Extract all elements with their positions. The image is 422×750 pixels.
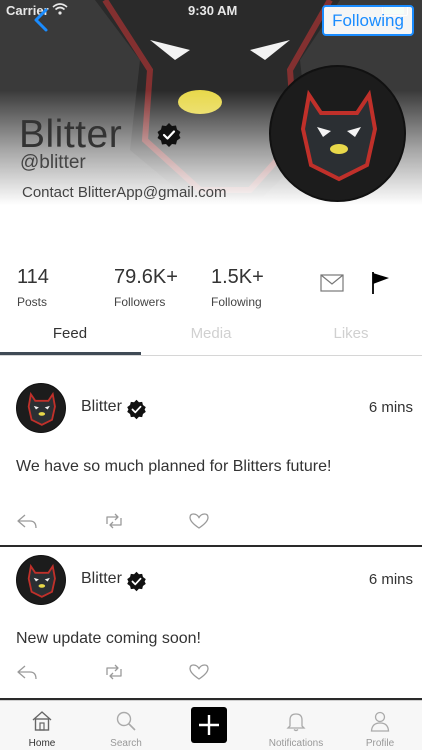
post-timestamp: 6 mins: [368, 399, 413, 416]
reply-icon[interactable]: [16, 512, 38, 530]
following-button[interactable]: Following: [322, 5, 414, 36]
tab-likes[interactable]: Likes: [281, 318, 421, 354]
tabbar-profile-label: Profile: [365, 738, 395, 749]
post-text: We have so much planned for Blitters fut…: [16, 458, 332, 475]
flag-icon[interactable]: [371, 271, 391, 295]
post-author-name[interactable]: Blitter: [81, 398, 122, 416]
profile-contact[interactable]: Contact BlitterApp@gmail.com: [22, 184, 226, 201]
back-chevron-icon[interactable]: [28, 6, 58, 36]
compose-button[interactable]: [191, 707, 227, 743]
tabbar-search-label: Search: [110, 738, 142, 749]
heart-icon[interactable]: [188, 512, 210, 530]
panther-avatar-icon: [271, 67, 404, 200]
panther-avatar-icon: [17, 556, 65, 604]
profile-display-name: Blitter: [19, 113, 123, 156]
stat-following-label: Following: [211, 295, 262, 309]
verified-badge-icon: [157, 123, 181, 147]
post-author-name[interactable]: Blitter: [81, 570, 122, 588]
post-timestamp: 6 mins: [368, 571, 413, 588]
panther-avatar-icon: [17, 384, 65, 432]
person-icon: [370, 711, 390, 732]
rebleet-icon[interactable]: [103, 512, 125, 530]
tabbar-profile[interactable]: Profile: [350, 701, 410, 750]
verified-badge-icon: [127, 399, 146, 420]
active-tab-indicator: [0, 352, 141, 355]
stat-followers-label: Followers: [114, 295, 166, 309]
stat-following[interactable]: 1.5K+ Following: [211, 266, 264, 309]
tabbar-home[interactable]: Home: [12, 701, 72, 750]
stat-posts-value: 114: [17, 266, 49, 288]
feed-post[interactable]: Blitter 6 mins New update coming soon!: [0, 547, 422, 700]
reply-icon[interactable]: [16, 663, 38, 681]
tab-feed[interactable]: Feed: [0, 318, 140, 354]
post-author-avatar[interactable]: [16, 555, 66, 605]
tabbar-notifications[interactable]: Notifications: [254, 701, 338, 750]
plus-icon: [199, 715, 219, 735]
tab-media[interactable]: Media: [141, 318, 281, 354]
post-author-avatar[interactable]: [16, 383, 66, 433]
stat-posts-label: Posts: [17, 295, 48, 309]
profile-avatar[interactable]: [269, 65, 406, 202]
profile-handle: @blitter: [20, 152, 86, 173]
stat-posts[interactable]: 114 Posts: [17, 266, 49, 309]
home-icon: [32, 711, 52, 731]
stat-followers[interactable]: 79.6K+ Followers: [114, 266, 178, 309]
verified-badge-icon: [127, 571, 146, 592]
rebleet-icon[interactable]: [103, 663, 125, 681]
stat-followers-value: 79.6K+: [114, 266, 178, 288]
post-text: New update coming soon!: [16, 630, 201, 647]
tabbar-home-label: Home: [28, 738, 56, 749]
status-time: 9:30 AM: [188, 3, 238, 18]
tabbar-notifications-label: Notifications: [268, 738, 324, 749]
mail-icon[interactable]: [320, 274, 344, 292]
stat-following-value: 1.5K+: [211, 266, 264, 288]
feed-post[interactable]: Blitter 6 mins We have so much planned f…: [0, 356, 422, 547]
tabbar-search[interactable]: Search: [96, 701, 156, 750]
profile-tabs: Feed Media Likes: [0, 318, 422, 356]
heart-icon[interactable]: [188, 663, 210, 681]
bell-icon: [286, 713, 306, 732]
search-icon: [116, 711, 136, 731]
